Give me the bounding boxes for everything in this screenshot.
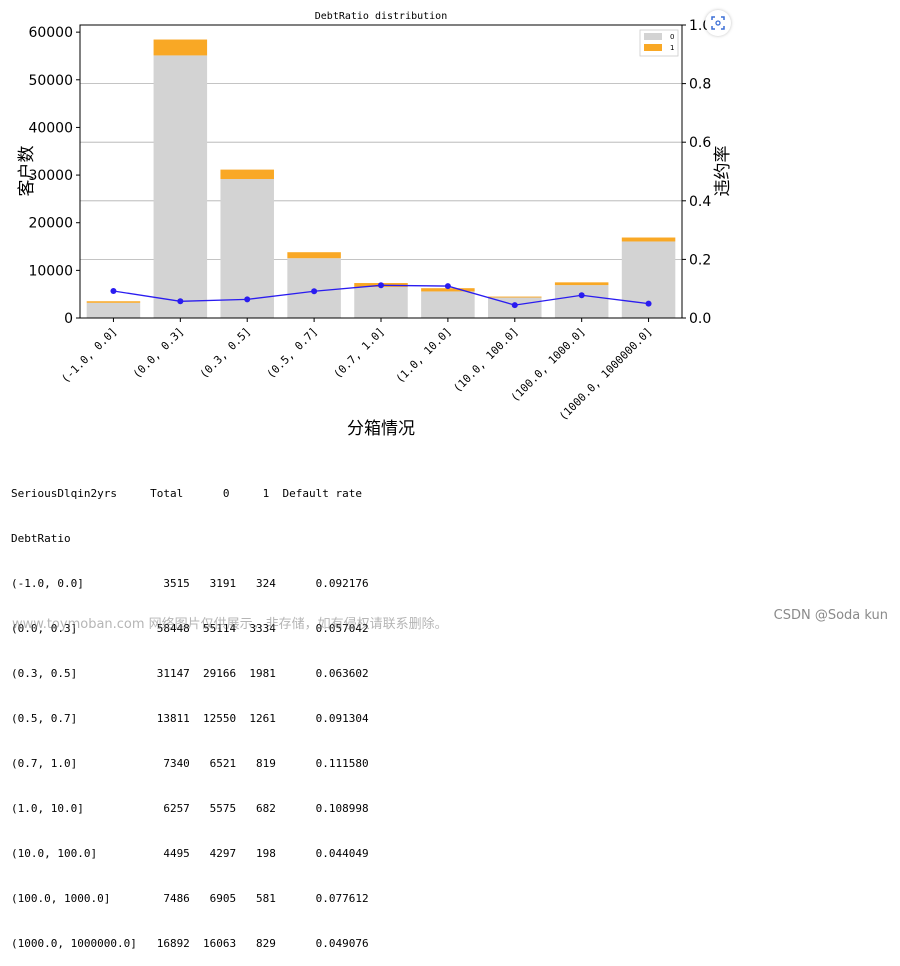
default-rate-point-4 bbox=[378, 282, 384, 289]
x-tick-label: (100.0, 1000.0] bbox=[508, 325, 587, 404]
x-tick-label: (0.3, 0.5] bbox=[197, 325, 253, 381]
x-tick-label: (0.0, 0.3] bbox=[130, 325, 186, 381]
default-rate-point-5 bbox=[444, 283, 451, 290]
x-tick-label: (-1.0, 0.0] bbox=[59, 325, 120, 386]
table-header-row: SeriousDlqin2yrs Total 0 1 Default rate bbox=[11, 487, 362, 500]
csdn-credit: CSDN @Soda kun bbox=[773, 608, 888, 623]
table-row: (-1.0, 0.0] 3515 3191 324 0.092176 bbox=[11, 577, 369, 590]
table-row: (0.3, 0.5] 31147 29166 1981 0.063602 bbox=[11, 667, 369, 680]
y-tick-label: 40000 bbox=[28, 120, 73, 136]
bar-1-7 bbox=[554, 282, 609, 286]
legend-label-1: 1 bbox=[670, 44, 674, 52]
y-tick-label: 50000 bbox=[28, 73, 73, 89]
default-rate-point-8 bbox=[645, 300, 652, 307]
table-row: (1.0, 10.0] 6257 5575 682 0.108998 bbox=[11, 802, 369, 815]
default-rate-point-2 bbox=[244, 296, 251, 303]
table-row: (10.0, 100.0] 4495 4297 198 0.044049 bbox=[11, 847, 369, 860]
default-rate-point-1 bbox=[177, 298, 184, 305]
legend-label-0: 0 bbox=[670, 33, 674, 41]
y2-tick-label: 0.2 bbox=[689, 252, 711, 268]
x-axis-label: 分箱情况 bbox=[347, 419, 415, 439]
y-axis-label: 客户数 bbox=[17, 146, 37, 197]
bar-0-1 bbox=[153, 55, 208, 319]
bars bbox=[86, 39, 676, 319]
y-tick-label: 0 bbox=[64, 311, 73, 327]
chart-svg: (-1.0, 0.0] (0.0, 0.3] (0.3, 0.5] (0.5, 0.7… bbox=[17, 11, 733, 439]
y2-axis-label: 违约率 bbox=[713, 146, 733, 197]
bar-0-5 bbox=[421, 291, 475, 318]
table-row: (1000.0, 1000000.0] 16892 16063 829 0.04… bbox=[11, 937, 369, 950]
bar-0-7 bbox=[554, 285, 609, 318]
bar-1-3 bbox=[287, 252, 341, 259]
axes: (-1.0, 0.0] (0.0, 0.3] (0.3, 0.5] (0.5, 0.7… bbox=[28, 18, 711, 423]
y2-tick-label: 0.0 bbox=[689, 311, 711, 327]
bar-0-3 bbox=[287, 258, 341, 318]
bar-1-6 bbox=[488, 296, 542, 298]
y2-tick-label: 0.8 bbox=[689, 77, 711, 93]
table-row: (0.7, 1.0] 7340 6521 819 0.111580 bbox=[11, 757, 369, 770]
table-index-header: DebtRatio bbox=[11, 532, 71, 545]
bar-0-0 bbox=[86, 302, 141, 318]
y-tick-label: 20000 bbox=[28, 216, 73, 232]
bar-0-4 bbox=[354, 286, 408, 318]
scan-icon[interactable] bbox=[705, 10, 731, 36]
x-tick-label: (1.0, 10.0] bbox=[393, 325, 454, 386]
legend-swatch-1 bbox=[644, 44, 662, 51]
watermark-text: www.toymoban.com 网络图片仅供展示，非存储，如有侵权请联系删除。 bbox=[12, 617, 448, 632]
summary-table: SeriousDlqin2yrs Total 0 1 Default rate … bbox=[11, 456, 369, 966]
default-rate-point-7 bbox=[578, 292, 585, 299]
bar-1-8 bbox=[621, 237, 676, 242]
legend-swatch-0 bbox=[644, 33, 662, 40]
default-rate-point-6 bbox=[511, 302, 518, 309]
default-rate-point-3 bbox=[311, 288, 318, 295]
bar-1-1 bbox=[153, 39, 208, 56]
y-tick-label: 10000 bbox=[28, 263, 73, 279]
scan-icon-glyph bbox=[711, 16, 725, 30]
y-tick-label: 60000 bbox=[28, 25, 73, 41]
bar-1-0 bbox=[86, 301, 141, 303]
legend: 0 1 bbox=[639, 29, 679, 57]
x-tick-label: (0.5, 0.7] bbox=[264, 325, 320, 381]
table-row: (100.0, 1000.0] 7486 6905 581 0.077612 bbox=[11, 892, 369, 905]
x-tick-label: (10.0, 100.0] bbox=[451, 325, 521, 395]
bar-1-2 bbox=[220, 169, 274, 180]
y2-tick-label: 0.6 bbox=[689, 135, 711, 151]
table-row: (0.5, 0.7] 13811 12550 1261 0.091304 bbox=[11, 712, 369, 725]
y2-tick-label: 0.4 bbox=[689, 194, 711, 210]
chart-title: DebtRatio distribution bbox=[315, 11, 447, 22]
x-tick-label: (0.7, 1.0] bbox=[331, 325, 387, 381]
default-rate-point-0 bbox=[110, 287, 117, 294]
